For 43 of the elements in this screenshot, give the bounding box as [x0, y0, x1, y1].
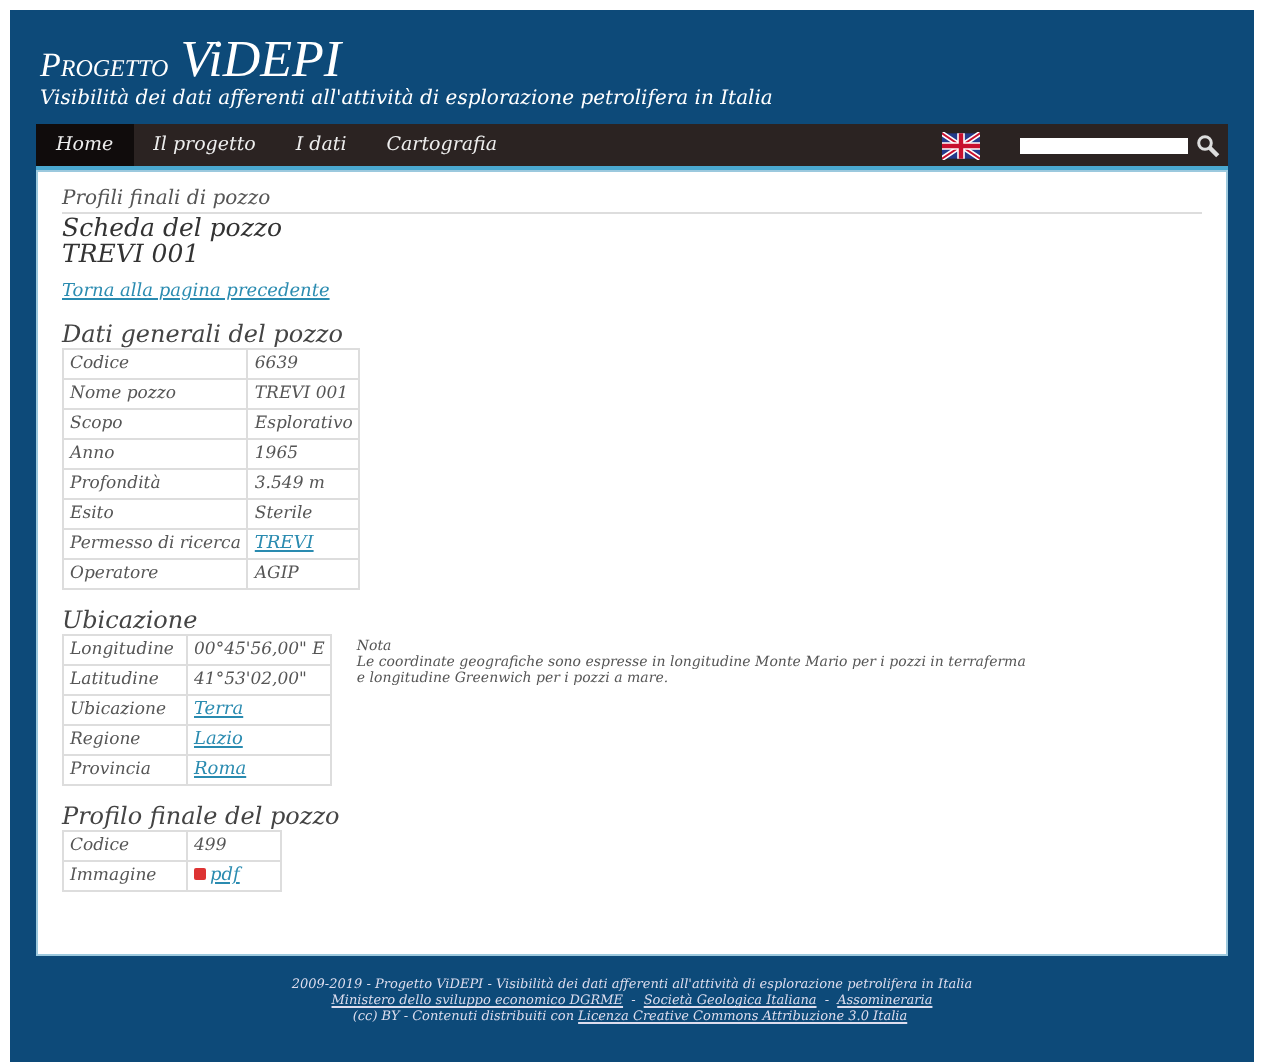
table-cell: Codice — [63, 349, 248, 379]
table-cell: Anno — [63, 439, 248, 469]
table-cell: Scopo — [63, 409, 248, 439]
table-cell: 499 — [187, 831, 281, 861]
table-cell: Profondità — [63, 469, 248, 499]
section-heading: Ubicazione — [62, 608, 200, 634]
table-cell: Sterile — [247, 499, 360, 529]
table-cell: Operatore — [63, 559, 248, 589]
table-cell: AGIP — [247, 559, 360, 589]
page-heading: Scheda del pozzo — [62, 214, 285, 240]
table-cell: 00°45'56,00" E — [187, 635, 332, 665]
table-cell: 6639 — [247, 349, 360, 379]
table-cell: 1965 — [247, 439, 360, 469]
table-cell: Ubicazione — [63, 695, 187, 725]
table-cell: Permesso di ricerca — [63, 529, 248, 559]
table-cell: Immagine — [63, 861, 187, 891]
table-cell: Provincia — [63, 755, 187, 785]
nav-item[interactable]: Home — [36, 124, 134, 166]
site-title: ViDEPI — [180, 36, 342, 84]
nav-item[interactable]: Cartografia — [366, 124, 518, 166]
table-cell: Codice — [63, 831, 187, 861]
table-cell: Nome pozzo — [63, 379, 248, 409]
table-cell: Longitudine — [63, 635, 187, 665]
table-cell: Esplorativo — [247, 409, 360, 439]
site-subtitle: Visibilità dei dati afferenti all'attività di esplorazione petrolifera in Italia — [40, 88, 775, 110]
section-heading: Profilo finale del pozzo — [62, 804, 342, 830]
breadcrumb: Profili finali di pozzo — [62, 188, 1202, 214]
pdf-icon[interactable] — [194, 868, 206, 880]
table-cell: 41°53'02,00" — [187, 665, 332, 695]
table-cell: Regione — [63, 725, 187, 755]
search-field[interactable] — [1020, 137, 1188, 153]
table-cell: TREVI 001 — [247, 379, 360, 409]
table-cell: Latitudine — [63, 665, 187, 695]
nav-item[interactable]: I dati — [275, 124, 367, 166]
well-name: TREVI 001 — [62, 240, 202, 266]
site-title-prefix: Progetto — [40, 46, 169, 86]
back-link[interactable]: Torna alla pagina precedente — [62, 282, 330, 302]
nav-item[interactable]: Il progetto — [133, 124, 276, 166]
search-icon[interactable] — [1196, 133, 1220, 157]
table-cell: Esito — [63, 499, 248, 529]
table-cell: 3.549 m — [247, 469, 360, 499]
flag-icon[interactable] — [942, 131, 980, 159]
section-heading: Dati generali del pozzo — [62, 322, 345, 348]
